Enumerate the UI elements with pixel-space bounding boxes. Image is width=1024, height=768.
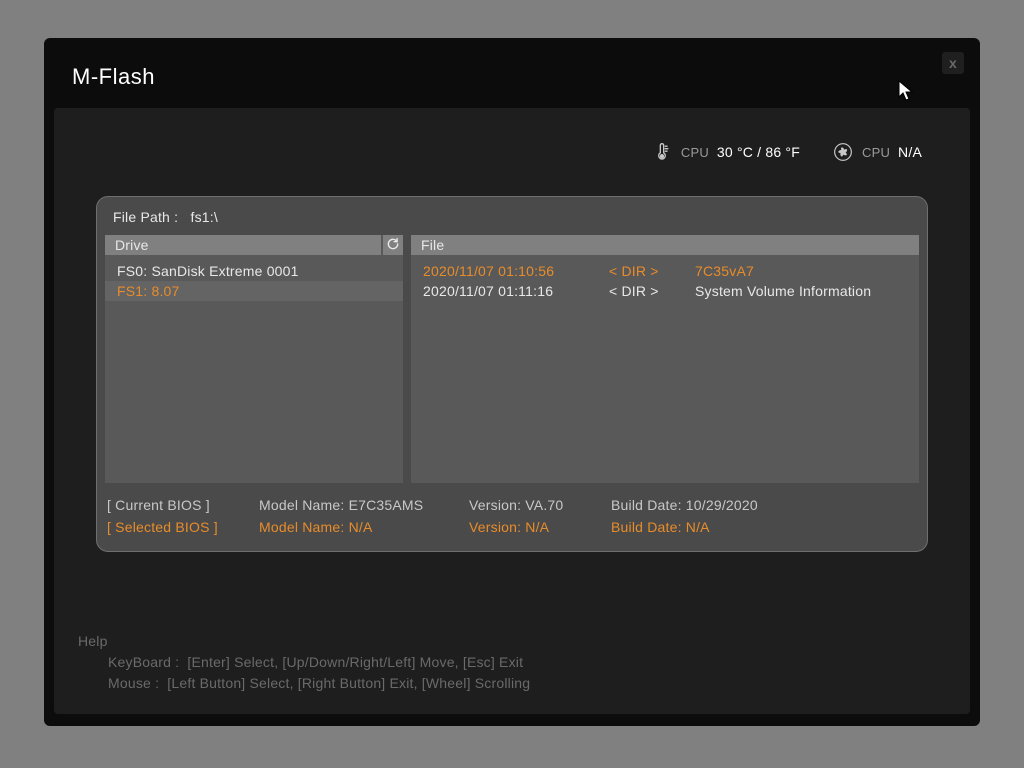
refresh-button[interactable] [381, 235, 403, 255]
app-title: M-Flash [72, 64, 155, 96]
cpu-fan: CPU N/A [832, 141, 922, 163]
file-type: < DIR > [609, 263, 695, 279]
file-browser-panel: File Path : fs1:\ Drive [96, 196, 928, 552]
file-type: < DIR > [609, 283, 695, 299]
file-path-value: fs1:\ [191, 209, 218, 225]
help-keyboard-label: KeyBoard : [108, 654, 179, 670]
titlebar: M-Flash x [44, 38, 980, 96]
lists-container: Drive FS0: SanDisk Extreme 0001FS1: 8.07 [97, 235, 927, 483]
cpu-fan-value: N/A [898, 144, 922, 160]
close-icon: x [949, 55, 957, 71]
file-header-label: File [421, 237, 444, 253]
drive-list: Drive FS0: SanDisk Extreme 0001FS1: 8.07 [105, 235, 403, 483]
help-section: Help KeyBoard : [Enter] Select, [Up/Down… [78, 631, 534, 694]
current-bios-model: Model Name: E7C35AMS [259, 497, 469, 513]
help-mouse-hints: [Left Button] Select, [Right Button] Exi… [167, 675, 530, 691]
drive-row[interactable]: FS0: SanDisk Extreme 0001 [105, 261, 403, 281]
file-name: 7C35vA7 [695, 263, 907, 279]
selected-bios-model: Model Name: N/A [259, 519, 469, 535]
cpu-fan-label: CPU [862, 145, 890, 160]
cpu-temp: CPU 30 °C / 86 °F [651, 141, 800, 163]
drive-list-header: Drive [105, 235, 403, 255]
drive-list-body[interactable]: FS0: SanDisk Extreme 0001FS1: 8.07 [105, 255, 403, 301]
current-bios-version: Version: VA.70 [469, 497, 611, 513]
help-mouse-label: Mouse : [108, 675, 159, 691]
selected-bios-version: Version: N/A [469, 519, 611, 535]
fan-icon [832, 141, 854, 163]
refresh-icon [386, 237, 400, 254]
close-button[interactable]: x [942, 52, 964, 74]
help-title: Help [78, 631, 534, 652]
help-keyboard: KeyBoard : [Enter] Select, [Up/Down/Righ… [78, 652, 534, 673]
status-strip: CPU 30 °C / 86 °F [96, 108, 928, 196]
drive-row[interactable]: FS1: 8.07 [105, 281, 403, 301]
file-path-label: File Path : [113, 209, 178, 225]
file-list-body[interactable]: 2020/11/07 01:10:56< DIR >7C35vA72020/11… [411, 255, 919, 301]
file-date: 2020/11/07 01:11:16 [423, 283, 609, 299]
body-panel: CPU 30 °C / 86 °F [54, 108, 970, 714]
cpu-temp-value: 30 °C / 86 °F [717, 144, 800, 160]
current-bios-label: [ Current BIOS ] [107, 497, 259, 513]
selected-bios-date: Build Date: N/A [611, 519, 917, 535]
file-date: 2020/11/07 01:10:56 [423, 263, 609, 279]
file-name: System Volume Information [695, 283, 907, 299]
file-row[interactable]: 2020/11/07 01:10:56< DIR >7C35vA7 [411, 261, 919, 281]
help-keyboard-hints: [Enter] Select, [Up/Down/Right/Left] Mov… [187, 654, 523, 670]
file-row[interactable]: 2020/11/07 01:11:16< DIR >System Volume … [411, 281, 919, 301]
bios-info: [ Current BIOS ] Model Name: E7C35AMS Ve… [97, 483, 927, 551]
current-bios-date: Build Date: 10/29/2020 [611, 497, 917, 513]
file-list: File 2020/11/07 01:10:56< DIR >7C35vA720… [411, 235, 919, 483]
drive-header-label: Drive [115, 237, 149, 253]
file-list-header: File [411, 235, 919, 255]
help-mouse: Mouse : [Left Button] Select, [Right But… [78, 673, 534, 694]
thermometer-icon [651, 141, 673, 163]
selected-bios-label: [ Selected BIOS ] [107, 519, 259, 535]
file-path: File Path : fs1:\ [97, 197, 927, 235]
cpu-temp-label: CPU [681, 145, 709, 160]
mflash-window: M-Flash x CPU 30 °C / 86 °F [44, 38, 980, 726]
